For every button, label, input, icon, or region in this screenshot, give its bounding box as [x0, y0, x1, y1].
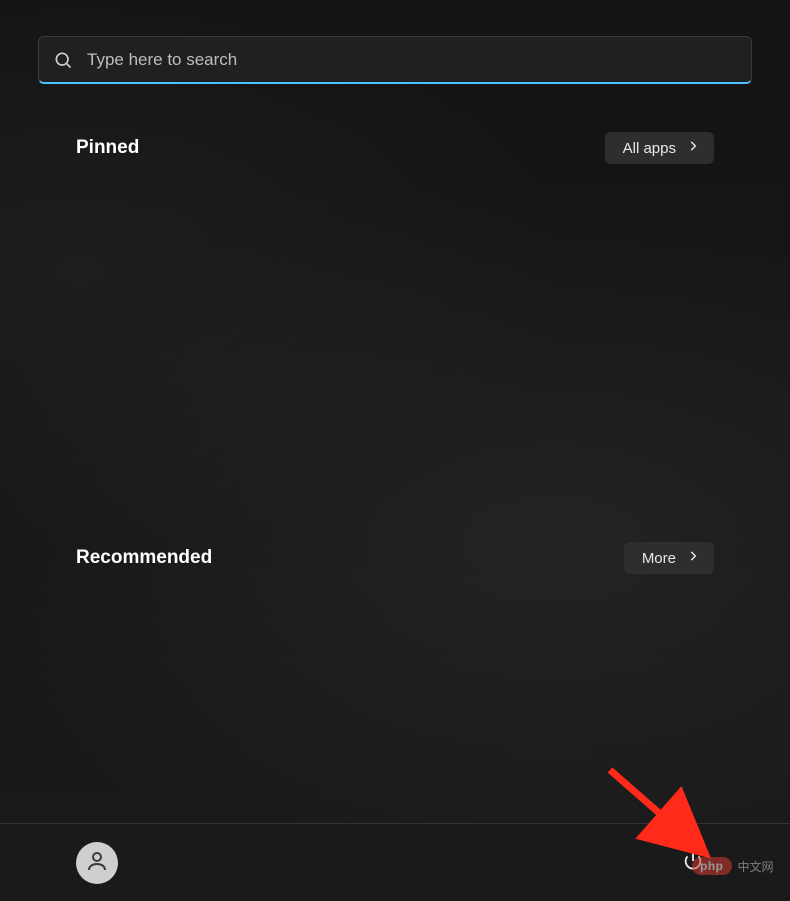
search-input[interactable] [87, 50, 737, 70]
pinned-section: Pinned All apps [0, 132, 790, 494]
search-icon [53, 50, 73, 70]
recommended-section: Recommended More [0, 542, 790, 792]
all-apps-label: All apps [623, 140, 676, 157]
power-icon [682, 850, 704, 875]
search-box[interactable] [38, 36, 752, 84]
recommended-title: Recommended [76, 547, 212, 569]
chevron-right-icon [686, 549, 700, 567]
pinned-title: Pinned [76, 137, 139, 159]
power-button[interactable] [672, 842, 714, 884]
user-account-button[interactable] [76, 842, 118, 884]
start-menu-panel: Pinned All apps Recommended More [0, 0, 790, 901]
start-footer [0, 823, 790, 901]
pinned-grid [76, 182, 714, 494]
recommended-header: Recommended More [76, 542, 714, 574]
search-container [0, 0, 790, 84]
chevron-right-icon [686, 139, 700, 157]
person-icon [85, 849, 109, 876]
all-apps-button[interactable]: All apps [605, 132, 714, 164]
pinned-header: Pinned All apps [76, 132, 714, 164]
recommended-grid [76, 592, 714, 792]
more-label: More [642, 550, 676, 567]
more-button[interactable]: More [624, 542, 714, 574]
